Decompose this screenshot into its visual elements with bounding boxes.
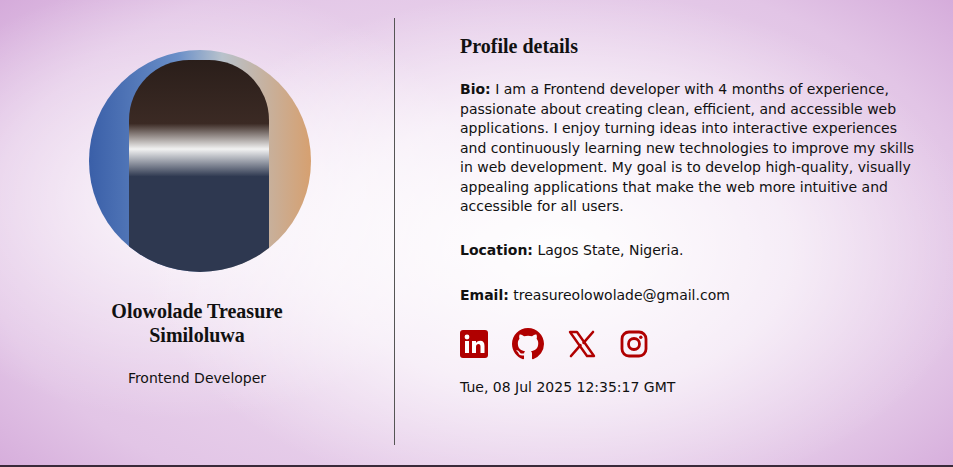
profile-details: Profile details Bio: I am a Frontend dev… bbox=[395, 18, 953, 445]
detail-field: Bio: I am a Frontend developer with 4 mo… bbox=[460, 80, 917, 217]
profile-page: Olowolade Treasure Similoluwa Frontend D… bbox=[0, 0, 953, 467]
x-icon[interactable] bbox=[568, 330, 596, 358]
field-value: Lagos State, Nigeria. bbox=[537, 242, 683, 258]
field-label: Bio: bbox=[460, 81, 491, 97]
timestamp: Tue, 08 Jul 2025 12:35:17 GMT bbox=[460, 378, 917, 397]
github-icon[interactable] bbox=[512, 328, 544, 360]
field-value: I am a Frontend developer with 4 months … bbox=[460, 81, 914, 214]
detail-field: Email: treasureolowolade@gmail.com bbox=[460, 286, 917, 306]
details-heading: Profile details bbox=[460, 34, 917, 58]
profile-photo bbox=[89, 50, 311, 272]
social-links bbox=[460, 328, 917, 360]
linkedin-icon[interactable] bbox=[460, 330, 488, 358]
profile-card: Olowolade Treasure Similoluwa Frontend D… bbox=[0, 18, 395, 445]
field-label: Email: bbox=[460, 287, 509, 303]
instagram-icon[interactable] bbox=[620, 330, 648, 358]
profile-name: Olowolade Treasure Similoluwa bbox=[67, 299, 327, 347]
detail-field: Location: Lagos State, Nigeria. bbox=[460, 241, 917, 261]
field-value: treasureolowolade@gmail.com bbox=[513, 287, 730, 303]
photo-person bbox=[129, 60, 269, 272]
field-label: Location: bbox=[460, 242, 533, 258]
profile-role: Frontend Developer bbox=[128, 370, 266, 386]
